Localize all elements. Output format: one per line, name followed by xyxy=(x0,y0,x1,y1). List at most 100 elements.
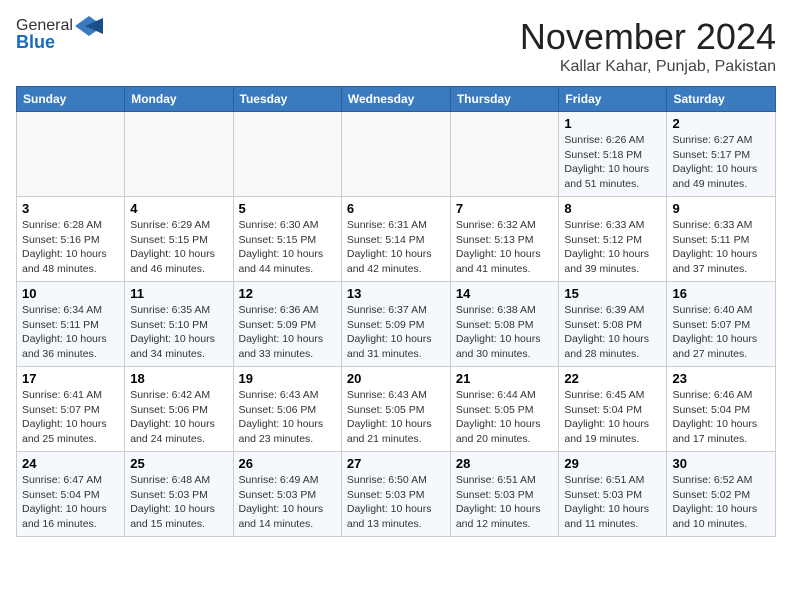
calendar-day-29: 29 Sunrise: 6:51 AM Sunset: 5:03 PM Dayli… xyxy=(559,452,667,537)
calendar-day-20: 20 Sunrise: 6:43 AM Sunset: 5:05 PM Dayli… xyxy=(341,367,450,452)
calendar-day-23: 23 Sunrise: 6:46 AM Sunset: 5:04 PM Dayli… xyxy=(667,367,776,452)
day-info: Sunrise: 6:29 AM Sunset: 5:15 PM Dayligh… xyxy=(130,218,227,277)
day-info: Sunrise: 6:42 AM Sunset: 5:06 PM Dayligh… xyxy=(130,388,227,447)
day-info: Sunrise: 6:43 AM Sunset: 5:06 PM Dayligh… xyxy=(239,388,336,447)
day-number: 4 xyxy=(130,201,227,216)
calendar-empty-cell xyxy=(233,112,341,197)
weekday-header-saturday: Saturday xyxy=(667,87,776,112)
day-info: Sunrise: 6:31 AM Sunset: 5:14 PM Dayligh… xyxy=(347,218,445,277)
day-info: Sunrise: 6:35 AM Sunset: 5:10 PM Dayligh… xyxy=(130,303,227,362)
day-number: 13 xyxy=(347,286,445,301)
calendar-day-12: 12 Sunrise: 6:36 AM Sunset: 5:09 PM Dayli… xyxy=(233,282,341,367)
calendar-day-21: 21Sunrise: 6:44 AM Sunset: 5:05 PM Dayli… xyxy=(450,367,559,452)
title-block: November 2024 Kallar Kahar, Punjab, Paki… xyxy=(520,16,776,76)
day-number: 17 xyxy=(22,371,119,386)
day-number: 12 xyxy=(239,286,336,301)
day-number: 9 xyxy=(672,201,770,216)
day-info: Sunrise: 6:46 AM Sunset: 5:04 PM Dayligh… xyxy=(672,388,770,447)
day-info: Sunrise: 6:36 AM Sunset: 5:09 PM Dayligh… xyxy=(239,303,336,362)
day-info: Sunrise: 6:30 AM Sunset: 5:15 PM Dayligh… xyxy=(239,218,336,277)
calendar-day-27: 27 Sunrise: 6:50 AM Sunset: 5:03 PM Dayli… xyxy=(341,452,450,537)
day-number: 16 xyxy=(672,286,770,301)
calendar-week-row: 10 Sunrise: 6:34 AM Sunset: 5:11 PM Dayli… xyxy=(17,282,776,367)
calendar-empty-cell xyxy=(341,112,450,197)
calendar-day-10: 10 Sunrise: 6:34 AM Sunset: 5:11 PM Dayli… xyxy=(17,282,125,367)
day-info: Sunrise: 6:39 AM Sunset: 5:08 PM Dayligh… xyxy=(564,303,661,362)
weekday-header-wednesday: Wednesday xyxy=(341,87,450,112)
day-number: 5 xyxy=(239,201,336,216)
day-number: 19 xyxy=(239,371,336,386)
day-number: 27 xyxy=(347,456,445,471)
location-title: Kallar Kahar, Punjab, Pakistan xyxy=(520,58,776,76)
weekday-header-tuesday: Tuesday xyxy=(233,87,341,112)
logo: General Blue xyxy=(16,16,103,53)
calendar-day-14: 14 Sunrise: 6:38 AM Sunset: 5:08 PM Dayli… xyxy=(450,282,559,367)
calendar-day-15: 15 Sunrise: 6:39 AM Sunset: 5:08 PM Dayli… xyxy=(559,282,667,367)
day-info: Sunrise: 6:28 AM Sunset: 5:16 PM Dayligh… xyxy=(22,218,119,277)
calendar-day-30: 30 Sunrise: 6:52 AM Sunset: 5:02 PM Dayli… xyxy=(667,452,776,537)
calendar-table: SundayMondayTuesdayWednesdayThursdayFrid… xyxy=(16,86,776,537)
calendar-day-13: 13 Sunrise: 6:37 AM Sunset: 5:09 PM Dayli… xyxy=(341,282,450,367)
day-number: 22 xyxy=(564,371,661,386)
calendar-day-26: 26Sunrise: 6:49 AM Sunset: 5:03 PM Dayli… xyxy=(233,452,341,537)
day-info: Sunrise: 6:41 AM Sunset: 5:07 PM Dayligh… xyxy=(22,388,119,447)
calendar-day-5: 5 Sunrise: 6:30 AM Sunset: 5:15 PM Daylig… xyxy=(233,197,341,282)
day-info: Sunrise: 6:51 AM Sunset: 5:03 PM Dayligh… xyxy=(456,473,554,532)
day-number: 6 xyxy=(347,201,445,216)
calendar-day-18: 18Sunrise: 6:42 AM Sunset: 5:06 PM Dayli… xyxy=(125,367,233,452)
calendar-empty-cell xyxy=(450,112,559,197)
calendar-day-28: 28 Sunrise: 6:51 AM Sunset: 5:03 PM Dayli… xyxy=(450,452,559,537)
day-info: Sunrise: 6:26 AM Sunset: 5:18 PM Dayligh… xyxy=(564,133,661,192)
weekday-header-sunday: Sunday xyxy=(17,87,125,112)
day-number: 23 xyxy=(672,371,770,386)
calendar-day-16: 16 Sunrise: 6:40 AM Sunset: 5:07 PM Dayli… xyxy=(667,282,776,367)
day-number: 3 xyxy=(22,201,119,216)
calendar-day-8: 8Sunrise: 6:33 AM Sunset: 5:12 PM Daylig… xyxy=(559,197,667,282)
calendar-day-6: 6 Sunrise: 6:31 AM Sunset: 5:14 PM Daylig… xyxy=(341,197,450,282)
day-info: Sunrise: 6:33 AM Sunset: 5:12 PM Dayligh… xyxy=(564,218,661,277)
day-number: 10 xyxy=(22,286,119,301)
day-info: Sunrise: 6:52 AM Sunset: 5:02 PM Dayligh… xyxy=(672,473,770,532)
weekday-header-row: SundayMondayTuesdayWednesdayThursdayFrid… xyxy=(17,87,776,112)
day-info: Sunrise: 6:32 AM Sunset: 5:13 PM Dayligh… xyxy=(456,218,554,277)
day-number: 15 xyxy=(564,286,661,301)
day-info: Sunrise: 6:43 AM Sunset: 5:05 PM Dayligh… xyxy=(347,388,445,447)
day-number: 28 xyxy=(456,456,554,471)
calendar-day-25: 25 Sunrise: 6:48 AM Sunset: 5:03 PM Dayli… xyxy=(125,452,233,537)
day-info: Sunrise: 6:38 AM Sunset: 5:08 PM Dayligh… xyxy=(456,303,554,362)
day-info: Sunrise: 6:33 AM Sunset: 5:11 PM Dayligh… xyxy=(672,218,770,277)
day-info: Sunrise: 6:51 AM Sunset: 5:03 PM Dayligh… xyxy=(564,473,661,532)
calendar-week-row: 1Sunrise: 6:26 AM Sunset: 5:18 PM Daylig… xyxy=(17,112,776,197)
day-number: 30 xyxy=(672,456,770,471)
calendar-week-row: 3 Sunrise: 6:28 AM Sunset: 5:16 PM Daylig… xyxy=(17,197,776,282)
calendar-day-24: 24Sunrise: 6:47 AM Sunset: 5:04 PM Dayli… xyxy=(17,452,125,537)
day-number: 7 xyxy=(456,201,554,216)
calendar-day-11: 11 Sunrise: 6:35 AM Sunset: 5:10 PM Dayli… xyxy=(125,282,233,367)
day-info: Sunrise: 6:45 AM Sunset: 5:04 PM Dayligh… xyxy=(564,388,661,447)
day-info: Sunrise: 6:47 AM Sunset: 5:04 PM Dayligh… xyxy=(22,473,119,532)
day-info: Sunrise: 6:48 AM Sunset: 5:03 PM Dayligh… xyxy=(130,473,227,532)
day-number: 2 xyxy=(672,116,770,131)
day-info: Sunrise: 6:44 AM Sunset: 5:05 PM Dayligh… xyxy=(456,388,554,447)
day-number: 25 xyxy=(130,456,227,471)
calendar-day-1: 1Sunrise: 6:26 AM Sunset: 5:18 PM Daylig… xyxy=(559,112,667,197)
month-title: November 2024 xyxy=(520,16,776,58)
weekday-header-monday: Monday xyxy=(125,87,233,112)
logo-icon xyxy=(75,16,103,36)
day-number: 11 xyxy=(130,286,227,301)
day-info: Sunrise: 6:49 AM Sunset: 5:03 PM Dayligh… xyxy=(239,473,336,532)
day-info: Sunrise: 6:34 AM Sunset: 5:11 PM Dayligh… xyxy=(22,303,119,362)
weekday-header-thursday: Thursday xyxy=(450,87,559,112)
day-info: Sunrise: 6:40 AM Sunset: 5:07 PM Dayligh… xyxy=(672,303,770,362)
day-info: Sunrise: 6:27 AM Sunset: 5:17 PM Dayligh… xyxy=(672,133,770,192)
calendar-week-row: 24Sunrise: 6:47 AM Sunset: 5:04 PM Dayli… xyxy=(17,452,776,537)
calendar-week-row: 17 Sunrise: 6:41 AM Sunset: 5:07 PM Dayli… xyxy=(17,367,776,452)
day-number: 14 xyxy=(456,286,554,301)
day-info: Sunrise: 6:50 AM Sunset: 5:03 PM Dayligh… xyxy=(347,473,445,532)
day-number: 29 xyxy=(564,456,661,471)
day-info: Sunrise: 6:37 AM Sunset: 5:09 PM Dayligh… xyxy=(347,303,445,362)
day-number: 20 xyxy=(347,371,445,386)
page-header: General Blue November 2024 Kallar Kahar,… xyxy=(16,16,776,76)
weekday-header-friday: Friday xyxy=(559,87,667,112)
calendar-day-4: 4 Sunrise: 6:29 AM Sunset: 5:15 PM Daylig… xyxy=(125,197,233,282)
